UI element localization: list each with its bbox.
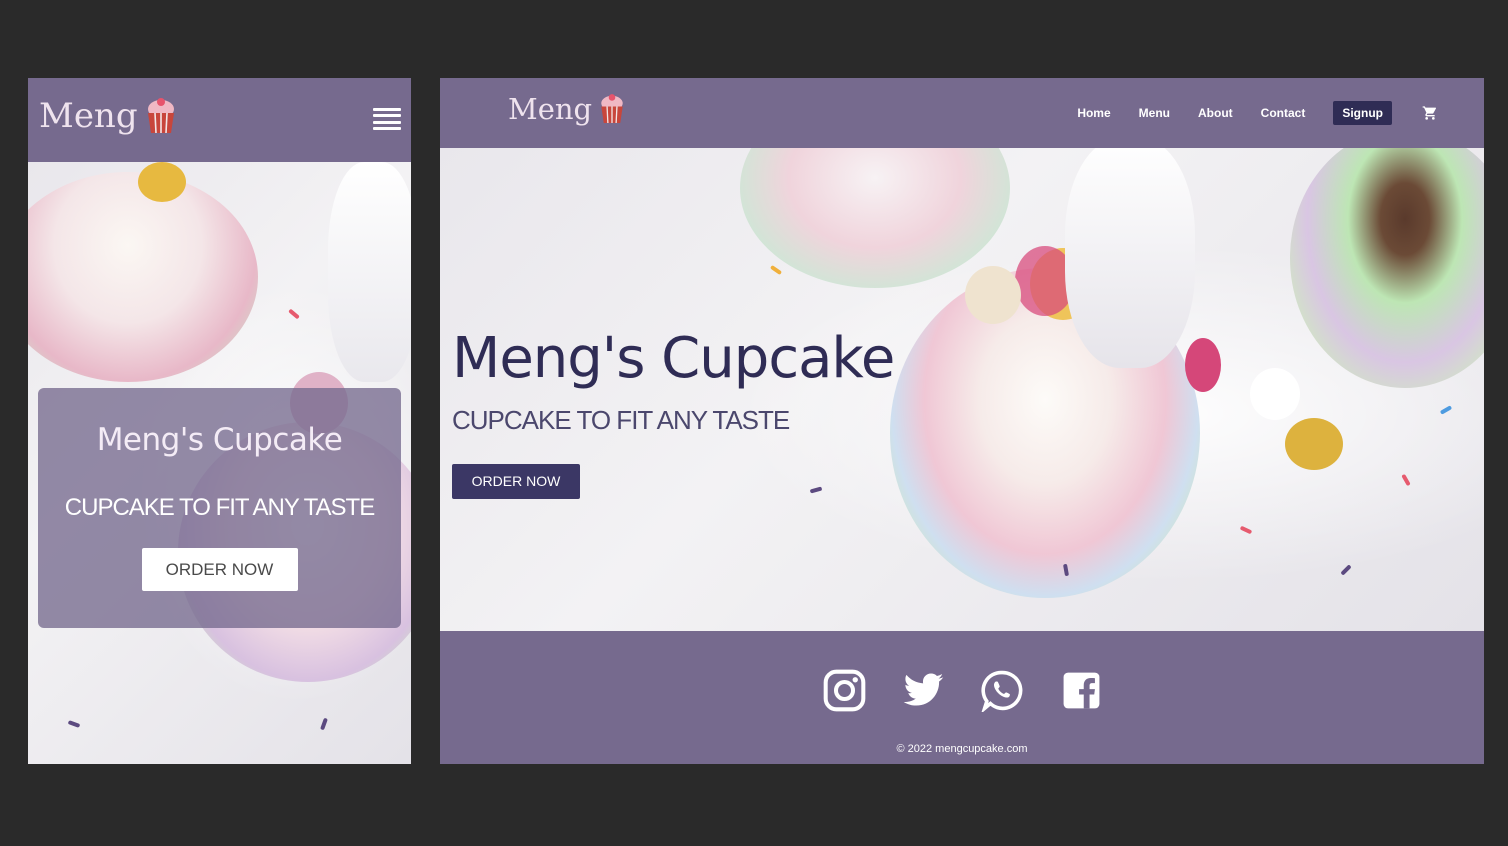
mobile-header: Meng: [28, 78, 411, 162]
sprinkle: [1239, 525, 1253, 535]
cupcake-image: [740, 148, 1010, 288]
cart-icon[interactable]: [1422, 105, 1438, 121]
nav-about[interactable]: About: [1198, 106, 1233, 120]
mobile-preview: Meng Meng's Cupcake CUPCAKE TO FIT ANY T…: [28, 78, 411, 764]
nav-contact[interactable]: Contact: [1261, 106, 1306, 120]
nav-menu[interactable]: Menu: [1139, 106, 1170, 120]
desktop-header: Meng Home Menu About Contact Signup: [440, 78, 1484, 148]
cupcake-icon: [601, 94, 623, 124]
hero-card: Meng's Cupcake CUPCAKE TO FIT ANY TASTE …: [38, 388, 401, 628]
copyright-text: © 2022 mengcupcake.com: [896, 743, 1028, 755]
egg-decoration: [965, 266, 1021, 324]
logo-text: Meng: [508, 92, 593, 126]
main-nav: Home Menu About Contact Signup: [1049, 101, 1438, 125]
sprinkle: [769, 264, 783, 276]
order-now-button[interactable]: ORDER NOW: [452, 464, 580, 499]
facebook-icon[interactable]: [1060, 669, 1103, 712]
sprinkle: [320, 717, 328, 731]
sprinkle: [1439, 405, 1453, 415]
bunny-figure: [328, 162, 411, 382]
cupcake-icon: [147, 98, 174, 134]
instagram-icon[interactable]: [823, 669, 866, 712]
sprinkle: [1340, 564, 1352, 576]
logo[interactable]: Meng: [508, 92, 626, 126]
whatsapp-icon[interactable]: [981, 669, 1024, 712]
egg-decoration: [1285, 418, 1343, 470]
nav-home[interactable]: Home: [1077, 106, 1110, 120]
social-links: [823, 669, 1103, 712]
hero-subtitle: CUPCAKE TO FIT ANY TASTE: [64, 494, 375, 521]
bunny-figure: [1065, 148, 1195, 368]
cupcake-image: [28, 172, 258, 382]
logo[interactable]: Meng: [39, 96, 178, 136]
egg-decoration: [1250, 368, 1300, 420]
hero-title: Meng's Cupcake: [96, 422, 343, 458]
egg-decoration: [138, 162, 186, 202]
desktop-preview: Meng Home Menu About Contact Signup Meng…: [440, 78, 1484, 764]
nav-signup-button[interactable]: Signup: [1333, 101, 1392, 125]
logo-text: Meng: [39, 96, 138, 136]
sprinkle: [288, 308, 300, 320]
sprinkle: [67, 720, 81, 728]
footer: © 2022 mengcupcake.com: [440, 631, 1484, 764]
hero-title: Meng's Cupcake: [452, 326, 895, 391]
hamburger-menu-icon[interactable]: [373, 108, 401, 130]
twitter-icon[interactable]: [902, 669, 945, 712]
egg-decoration: [1185, 338, 1221, 392]
hero-section: Meng's Cupcake CUPCAKE TO FIT ANY TASTE …: [452, 326, 895, 499]
sprinkle: [1401, 473, 1411, 487]
order-now-button[interactable]: ORDER NOW: [141, 548, 298, 591]
cupcake-image: [1290, 148, 1484, 388]
hero-subtitle: CUPCAKE TO FIT ANY TASTE: [452, 405, 790, 435]
